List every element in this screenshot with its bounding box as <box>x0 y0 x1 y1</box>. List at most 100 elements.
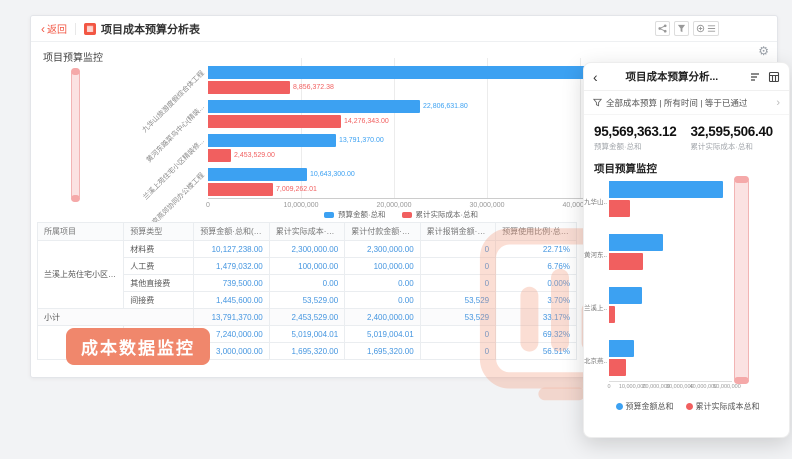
cost-monitor-badge: 成本数据监控 <box>66 328 210 365</box>
table-row: 小计13,791,370.002,453,529.002,400,000.005… <box>38 309 577 326</box>
gridline <box>580 58 581 198</box>
bar-budget[interactable] <box>208 100 420 113</box>
value-cell: 10,127,238.00 <box>194 241 269 258</box>
table-header-cell: 预算使用比例·总和(%) <box>496 223 577 241</box>
table-view-icon[interactable] <box>768 71 780 83</box>
mobile-panel: ‹ 项目成本预算分析... 全部成本预算 | 所有时间 | 等于已通过 › 95… <box>583 62 790 438</box>
mobile-back-icon[interactable]: ‹ <box>593 70 598 84</box>
category-label: 兰溪上... <box>584 302 607 312</box>
bar-budget[interactable] <box>208 134 336 147</box>
bar-budget[interactable] <box>609 340 634 357</box>
topbar-divider <box>75 23 76 35</box>
bar-budget[interactable] <box>208 168 307 181</box>
bar-budget[interactable] <box>609 287 642 304</box>
mobile-zoom-slider[interactable] <box>734 177 749 383</box>
value-cell: 0.00 <box>269 275 344 292</box>
bar-value-label: 22,806,631.80 <box>423 100 468 113</box>
bar-value-label: 2,453,529.00 <box>234 149 275 162</box>
value-cell: 1,445,600.00 <box>194 292 269 309</box>
category-label: 黄河东... <box>584 249 607 259</box>
value-cell: 53,529 <box>420 292 495 309</box>
stat-budget-total: 95,569,363.12 预算金额·总和 <box>594 124 676 152</box>
bar-value-label: 13,791,370.00 <box>339 134 384 147</box>
bar-budget[interactable] <box>609 181 723 198</box>
value-cell: 69.32% <box>496 326 577 343</box>
bar-value-label: 8,856,372.38 <box>293 81 334 94</box>
table-header-cell: 预算金额·总和(元) <box>194 223 269 241</box>
table-header-cell: 累计实际成本·总和(元) <box>269 223 344 241</box>
slider-handle-top[interactable] <box>71 68 80 75</box>
sort-list-icon[interactable] <box>749 71 761 83</box>
stat-value: 95,569,363.12 <box>594 124 676 139</box>
table-header-cell: 累计付款金额·总和(元) <box>345 223 420 241</box>
main-topbar: ‹ 返回 ▦ 项目成本预算分析表 <box>31 16 777 42</box>
x-tick-label: 10,000,000 <box>283 202 318 209</box>
mobile-filter-bar[interactable]: 全部成本预算 | 所有时间 | 等于已通过 › <box>584 91 789 115</box>
table-header-cell: 所属项目 <box>38 223 124 241</box>
bar-budget[interactable] <box>609 234 663 251</box>
gridline <box>487 58 488 198</box>
slider-handle-bottom[interactable] <box>71 195 80 202</box>
value-cell: 1,695,320.00 <box>269 343 344 360</box>
legend-item[interactable]: 预算金额总和 <box>616 401 674 412</box>
value-cell: 1,479,032.00 <box>194 258 269 275</box>
back-label: 返回 <box>47 21 67 36</box>
filter-icon[interactable] <box>674 21 689 36</box>
x-tick-label: 0 <box>206 202 210 209</box>
bar-value-label: 10,643,300.00 <box>310 168 355 181</box>
bar-actual[interactable] <box>609 253 643 270</box>
topbar-actions <box>655 21 719 36</box>
mobile-stats: 95,569,363.12 预算金额·总和 32,595,506.40 累计实际… <box>584 115 789 154</box>
page-title: 项目成本预算分析表 <box>101 21 200 37</box>
value-cell: 53,529.00 <box>269 292 344 309</box>
mobile-bar-chart: 九华山...黄河东...兰溪上...北京燕...010,000,00020,00… <box>584 175 791 391</box>
legend-dot <box>616 403 623 410</box>
chart-legend: 预算金额·总和 累计实际成本·总和 <box>211 209 591 220</box>
value-cell: 0 <box>420 258 495 275</box>
bar-actual[interactable] <box>208 115 341 128</box>
stat-actual-total: 32,595,506.40 累计实际成本·总和 <box>690 124 772 152</box>
budget-type-cell: 其他直接费 <box>124 275 194 292</box>
slider-handle-top[interactable] <box>734 176 749 183</box>
value-cell: 739,500.00 <box>194 275 269 292</box>
value-cell: 2,300,000.00 <box>345 241 420 258</box>
value-cell: 0.00 <box>345 292 420 309</box>
value-cell: 3.70% <box>496 292 577 309</box>
value-cell: 53,529 <box>420 309 495 326</box>
bar-actual[interactable] <box>208 183 273 196</box>
value-cell: 100,000.00 <box>269 258 344 275</box>
subtotal-label-cell: 小计 <box>38 309 194 326</box>
share-icon[interactable] <box>655 21 670 36</box>
value-cell: 56.51% <box>496 343 577 360</box>
value-cell: 22.71% <box>496 241 577 258</box>
stat-value: 32,595,506.40 <box>690 124 772 139</box>
legend-item[interactable]: 预算金额·总和 <box>324 209 386 220</box>
value-cell: 1,695,320.00 <box>345 343 420 360</box>
value-cell: 2,400,000.00 <box>345 309 420 326</box>
slider-handle-bottom[interactable] <box>734 377 749 384</box>
mobile-title: 项目成本预算分析... <box>602 69 742 84</box>
value-cell: 33.17% <box>496 309 577 326</box>
category-label: 北京燕... <box>584 355 607 365</box>
bar-actual[interactable] <box>609 200 630 217</box>
bar-actual[interactable] <box>208 81 290 94</box>
x-tick-label: 50,000,000 <box>713 384 741 390</box>
legend-item[interactable]: 累计实际成本·总和 <box>402 209 479 220</box>
mobile-chart-legend: 预算金额总和 累计实际成本总和 <box>584 401 791 412</box>
gridline <box>394 58 395 198</box>
bar-actual[interactable] <box>609 306 615 323</box>
chart-zoom-slider[interactable] <box>71 69 80 201</box>
category-label: 九华山... <box>584 196 607 206</box>
chevron-right-icon: › <box>776 97 780 109</box>
value-cell: 100,000.00 <box>345 258 420 275</box>
back-button[interactable]: ‹ 返回 <box>41 21 67 36</box>
value-cell: 13,791,370.00 <box>194 309 269 326</box>
legend-item[interactable]: 累计实际成本总和 <box>686 401 760 412</box>
budget-type-cell: 人工费 <box>124 258 194 275</box>
more-icons[interactable] <box>693 21 719 36</box>
budget-type-cell: 间接费 <box>124 292 194 309</box>
bar-value-label: 14,276,343.00 <box>344 115 389 128</box>
report-app-icon: ▦ <box>84 23 96 35</box>
bar-actual[interactable] <box>208 149 231 162</box>
bar-actual[interactable] <box>609 359 626 376</box>
